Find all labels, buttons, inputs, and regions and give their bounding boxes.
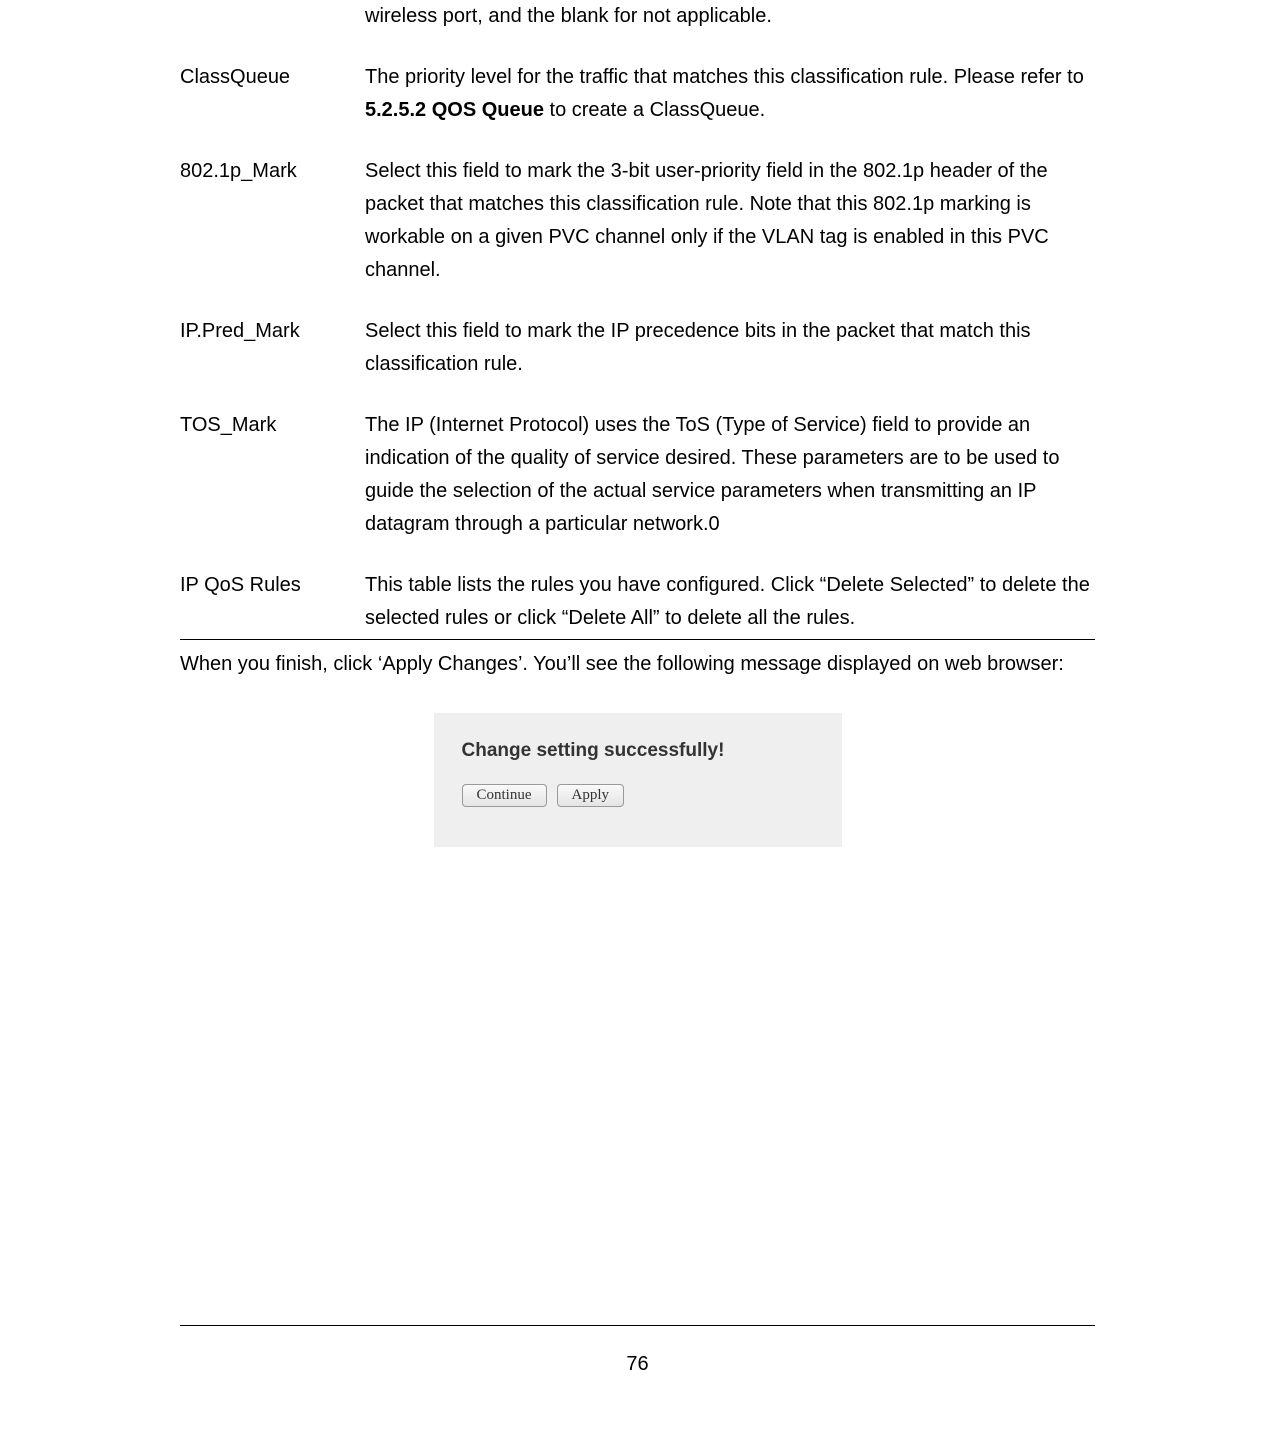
definition-term: IP QoS Rules bbox=[180, 569, 365, 635]
definition-description: This table lists the rules you have conf… bbox=[365, 569, 1095, 635]
page-number: 76 bbox=[0, 1348, 1275, 1381]
instruction-text: When you finish, click ‘Apply Changes’. … bbox=[180, 648, 1095, 681]
footer-rule bbox=[180, 1325, 1095, 1326]
definition-row-ipqos: IP QoS Rules This table lists the rules … bbox=[180, 569, 1095, 635]
dialog-container: Change setting successfully! Continue Ap… bbox=[180, 713, 1095, 847]
definition-row-tosmark: TOS_Mark The IP (Internet Protocol) uses… bbox=[180, 409, 1095, 541]
definition-table: placeholder wireless port, and the blank… bbox=[180, 0, 1095, 640]
desc-text-before: The priority level for the traffic that … bbox=[365, 66, 1084, 88]
continue-button[interactable]: Continue bbox=[462, 784, 547, 807]
definition-description: Select this field to mark the 3-bit user… bbox=[365, 155, 1095, 287]
definition-term: TOS_Mark bbox=[180, 409, 365, 541]
definition-row-8021p: 802.1p_Mark Select this field to mark th… bbox=[180, 155, 1095, 287]
definition-term: ClassQueue bbox=[180, 61, 365, 127]
definition-term: IP.Pred_Mark bbox=[180, 315, 365, 381]
definition-row-classqueue: ClassQueue The priority level for the tr… bbox=[180, 61, 1095, 127]
dialog-title: Change setting successfully! bbox=[462, 735, 814, 766]
apply-button[interactable]: Apply bbox=[557, 784, 625, 807]
success-dialog: Change setting successfully! Continue Ap… bbox=[434, 713, 842, 847]
dialog-buttons: Continue Apply bbox=[462, 784, 814, 807]
definition-description: The priority level for the traffic that … bbox=[365, 61, 1095, 127]
desc-bold-ref: 5.2.5.2 QOS Queue bbox=[365, 99, 544, 121]
definition-row-ippred: IP.Pred_Mark Select this field to mark t… bbox=[180, 315, 1095, 381]
definition-description: wireless port, and the blank for not app… bbox=[365, 0, 1095, 33]
desc-text-after: to create a ClassQueue. bbox=[544, 99, 765, 121]
definition-description: Select this field to mark the IP precede… bbox=[365, 315, 1095, 381]
definition-description: The IP (Internet Protocol) uses the ToS … bbox=[365, 409, 1095, 541]
definition-term: 802.1p_Mark bbox=[180, 155, 365, 287]
definition-row-partial: placeholder wireless port, and the blank… bbox=[180, 0, 1095, 33]
